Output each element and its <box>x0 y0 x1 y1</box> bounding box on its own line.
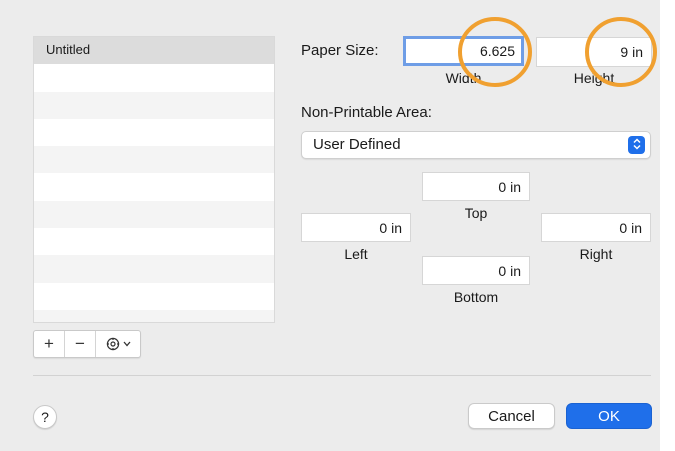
help-button[interactable]: ? <box>33 405 57 429</box>
right-margin-input[interactable]: 0 in <box>541 213 651 242</box>
height-input[interactable]: 9 in <box>536 37 652 67</box>
list-item[interactable] <box>34 64 274 91</box>
paper-size-label: Paper Size: <box>301 42 379 59</box>
add-button[interactable]: + <box>34 331 65 357</box>
remove-button[interactable]: − <box>65 331 96 357</box>
paper-size-list[interactable]: Untitled <box>33 36 275 323</box>
list-item[interactable] <box>34 173 274 200</box>
list-item[interactable] <box>34 283 274 310</box>
bottom-margin-input[interactable]: 0 in <box>422 256 530 285</box>
width-input[interactable]: 6.625 <box>403 36 524 66</box>
non-printable-area-label: Non-Printable Area: <box>301 104 432 121</box>
chevron-down-icon <box>123 341 130 347</box>
action-menu-button[interactable] <box>96 331 140 357</box>
list-item[interactable]: Untitled <box>34 37 274 65</box>
right-caption: Right <box>579 246 613 262</box>
cancel-button[interactable]: Cancel <box>468 403 555 429</box>
updown-arrows-icon <box>628 136 645 154</box>
list-item[interactable] <box>34 146 274 174</box>
left-caption: Left <box>344 246 368 262</box>
top-margin-input[interactable]: 0 in <box>422 172 530 201</box>
list-item[interactable] <box>34 91 274 119</box>
list-item[interactable] <box>34 119 274 146</box>
divider <box>33 375 651 376</box>
ok-button[interactable]: OK <box>566 403 652 429</box>
background-edge <box>660 0 675 451</box>
list-item[interactable] <box>34 200 274 229</box>
height-caption: Height <box>573 70 615 86</box>
top-caption: Top <box>464 205 488 221</box>
custom-paper-sizes-dialog: Untitled + − Paper Size: 6.625 Width 9 i… <box>0 0 660 451</box>
list-item[interactable] <box>34 228 274 255</box>
width-caption: Width <box>445 70 482 86</box>
gear-icon <box>106 337 119 351</box>
select-value: User Defined <box>313 136 401 153</box>
list-item[interactable] <box>34 309 274 322</box>
non-printable-area-select[interactable]: User Defined <box>301 131 651 159</box>
bottom-caption: Bottom <box>453 289 499 305</box>
left-margin-input[interactable]: 0 in <box>301 213 411 242</box>
list-item[interactable] <box>34 255 274 283</box>
list-controls: + − <box>33 330 141 358</box>
